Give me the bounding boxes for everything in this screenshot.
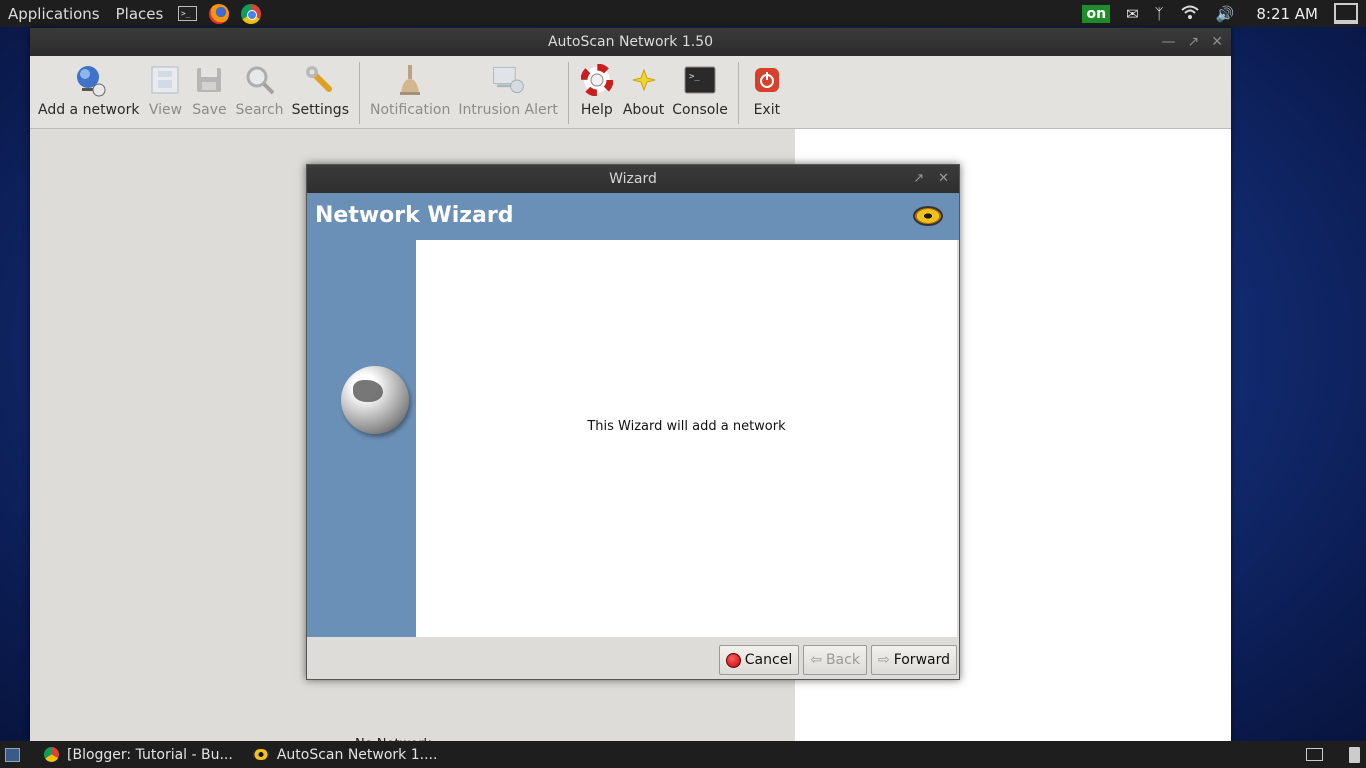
- wifi-icon[interactable]: [1180, 4, 1200, 24]
- wizard-heading: Network Wizard: [315, 203, 514, 228]
- bell-icon: [392, 62, 428, 98]
- forward-arrow-icon: ⇨: [877, 652, 890, 668]
- console-button[interactable]: >_ Console: [668, 62, 732, 118]
- terminal-launcher[interactable]: >_: [176, 3, 198, 25]
- add-network-icon: [71, 62, 107, 98]
- search-button[interactable]: Search: [231, 62, 287, 118]
- wizard-window-controls: ↗ ✕: [913, 165, 949, 193]
- exit-button[interactable]: Exit: [745, 62, 789, 118]
- show-desktop-icon[interactable]: [5, 747, 20, 762]
- intrusion-alert-label: Intrusion Alert: [458, 102, 558, 118]
- help-label: Help: [580, 102, 613, 118]
- on-status-badge[interactable]: on: [1082, 4, 1111, 23]
- terminal-icon: >_: [177, 6, 197, 21]
- wizard-body: This Wizard will add a network: [416, 240, 957, 637]
- save-label: Save: [192, 102, 227, 118]
- search-label: Search: [235, 102, 284, 118]
- back-arrow-icon: ⇦: [810, 652, 822, 668]
- settings-label: Settings: [291, 102, 349, 118]
- main-window-controls: — ↗ ✕: [1162, 28, 1223, 56]
- exit-label: Exit: [753, 102, 781, 118]
- wizard-message: This Wizard will add a network: [587, 419, 786, 434]
- notification-button[interactable]: Notification: [366, 62, 454, 118]
- search-icon: [242, 62, 278, 98]
- wizard-title: Wizard: [609, 171, 657, 187]
- notification-label: Notification: [369, 102, 451, 118]
- wizard-titlebar[interactable]: Wizard ↗ ✕: [307, 165, 959, 193]
- forward-button[interactable]: ⇨ Forward: [870, 645, 957, 675]
- about-label: About: [622, 102, 665, 118]
- cancel-button[interactable]: Cancel: [718, 645, 800, 675]
- network-wizard-dialog: Wizard ↗ ✕ Network Wizard This Wizard wi…: [306, 164, 960, 680]
- volume-icon[interactable]: 🔊: [1216, 5, 1235, 23]
- view-label: View: [148, 102, 183, 118]
- toolbar-separator: [358, 62, 360, 124]
- chrome-launcher[interactable]: [240, 3, 262, 25]
- applications-menu[interactable]: Applications: [0, 5, 108, 23]
- add-network-button[interactable]: Add a network: [34, 62, 143, 118]
- close-icon[interactable]: ✕: [938, 165, 949, 193]
- help-button[interactable]: Help: [575, 62, 619, 118]
- forward-label: Forward: [893, 652, 950, 668]
- save-icon: [191, 62, 227, 98]
- view-icon: [147, 62, 183, 98]
- stop-icon: [725, 652, 741, 668]
- taskbar-item-autoscan[interactable]: AutoScan Network 1....: [243, 741, 448, 768]
- system-tray: on ✉ ᛉ 🔊 8:21 AM: [1074, 0, 1366, 27]
- cancel-label: Cancel: [744, 652, 793, 668]
- wizard-header: Network Wizard: [307, 193, 959, 240]
- bottom-panel: [Blogger: Tutorial - Bu... AutoScan Netw…: [0, 741, 1366, 768]
- clock[interactable]: 8:21 AM: [1256, 5, 1318, 23]
- maximize-icon[interactable]: ↗: [1188, 28, 1200, 56]
- settings-wrench-icon: [302, 62, 338, 98]
- settings-button[interactable]: Settings: [288, 62, 353, 118]
- view-button[interactable]: View: [143, 62, 187, 118]
- main-titlebar[interactable]: AutoScan Network 1.50 — ↗ ✕: [30, 28, 1231, 56]
- wizard-sidebar: [307, 240, 416, 637]
- minimize-icon[interactable]: —: [1162, 28, 1176, 56]
- close-icon[interactable]: ✕: [1211, 28, 1223, 56]
- main-toolbar: Add a network View Save Search Settings: [30, 56, 1231, 129]
- add-network-label: Add a network: [38, 102, 140, 118]
- toolbar-separator: [737, 62, 739, 124]
- save-button[interactable]: Save: [187, 62, 231, 118]
- user-menu-icon[interactable]: [1334, 3, 1358, 24]
- taskbar-item-label: [Blogger: Tutorial - Bu...: [67, 746, 233, 763]
- bluetooth-icon[interactable]: ᛉ: [1155, 5, 1164, 23]
- chrome-icon: [44, 747, 59, 762]
- about-button[interactable]: About: [619, 62, 668, 118]
- back-label: Back: [825, 652, 860, 668]
- trash-icon[interactable]: [1349, 746, 1360, 763]
- workspace-switcher-icon[interactable]: [1306, 748, 1323, 761]
- toolbar-separator: [567, 62, 569, 124]
- top-panel: Applications Places >_ on ✉ ᛉ 🔊 8:21 AM: [0, 0, 1366, 27]
- svg-text:>_: >_: [689, 72, 700, 82]
- console-icon: >_: [682, 62, 718, 98]
- main-window-title: AutoScan Network 1.50: [547, 34, 714, 50]
- autoscan-eye-icon: [913, 206, 943, 226]
- taskbar-item-blogger[interactable]: [Blogger: Tutorial - Bu...: [34, 741, 243, 768]
- maximize-icon[interactable]: ↗: [913, 165, 924, 193]
- firefox-launcher[interactable]: [208, 3, 230, 25]
- wizard-button-row: Cancel ⇦ Back ⇨ Forward: [718, 645, 957, 675]
- star-icon: [626, 62, 662, 98]
- bottom-panel-right: [1306, 741, 1366, 768]
- intrusion-alert-button[interactable]: Intrusion Alert: [454, 62, 562, 118]
- chrome-icon: [241, 3, 262, 24]
- places-menu[interactable]: Places: [108, 5, 172, 23]
- intrusion-alert-icon: [490, 62, 526, 98]
- help-lifebuoy-icon: [579, 62, 615, 98]
- taskbar-item-label: AutoScan Network 1....: [276, 746, 438, 763]
- firefox-icon: [209, 3, 230, 24]
- power-icon: [749, 62, 785, 98]
- console-label: Console: [672, 102, 728, 118]
- autoscan-eye-icon: [252, 749, 269, 760]
- globe-icon: [341, 366, 409, 434]
- back-button[interactable]: ⇦ Back: [803, 645, 867, 675]
- mail-icon[interactable]: ✉: [1126, 5, 1139, 23]
